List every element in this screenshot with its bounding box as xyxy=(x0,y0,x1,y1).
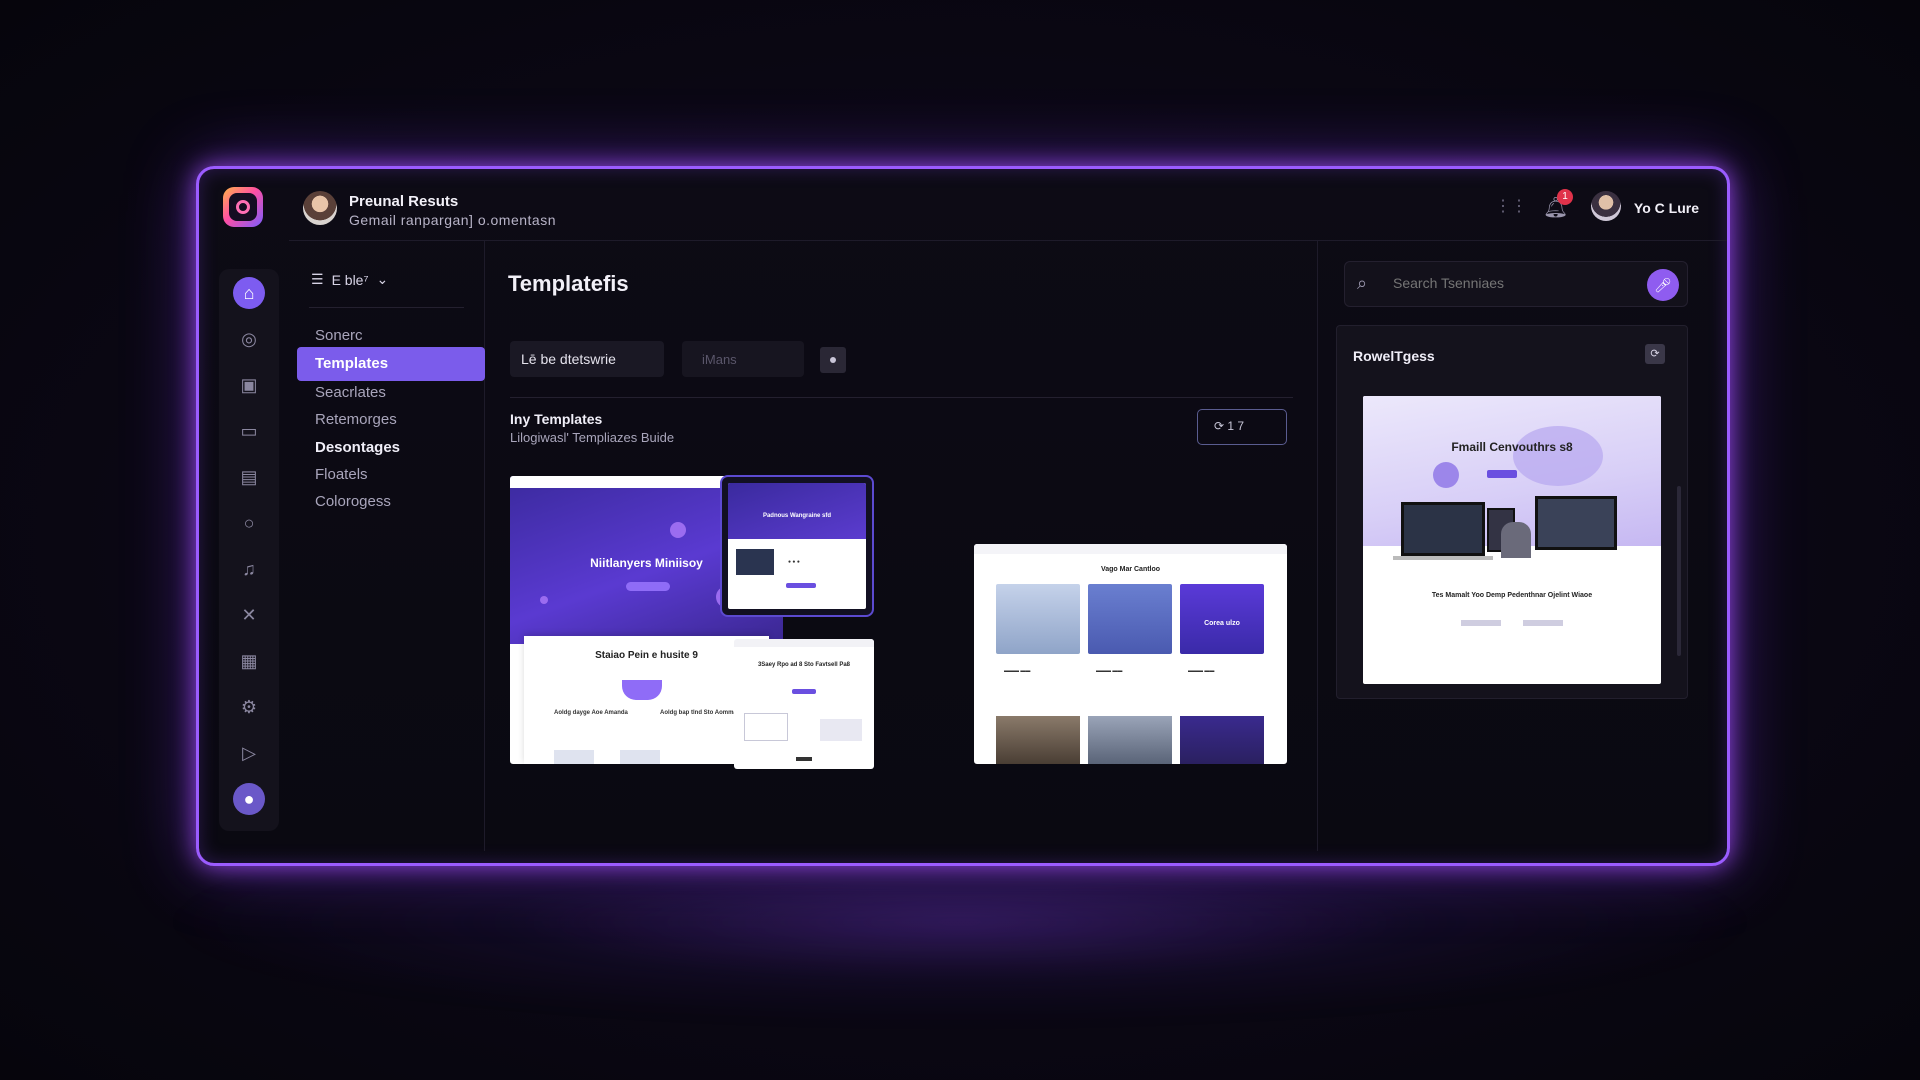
notification-badge: 1 xyxy=(1557,189,1573,205)
page-title: Templatefis xyxy=(508,271,629,296)
layers-icon[interactable]: ▦ xyxy=(233,645,265,677)
nav-divider xyxy=(309,307,464,308)
search-input[interactable] xyxy=(1393,275,1633,291)
devices-illustration xyxy=(1393,494,1621,568)
search-bar: ⌕ 🎤︎ xyxy=(1344,261,1688,307)
image-icon[interactable]: ▣ xyxy=(233,369,265,401)
chevron-down-icon: ⌄ xyxy=(376,271,389,287)
template-title: Vago Mar Cantloo xyxy=(1100,566,1161,573)
template-card[interactable]: Vago Mar Cantloo Corea ulzo ▬▬▬ ▬▬ ▬▬▬ ▬… xyxy=(974,544,1287,764)
app-logo[interactable] xyxy=(223,187,263,227)
workspace-avatar[interactable] xyxy=(303,191,337,225)
section-subtitle: Lilogiwasl' Templiazes Buide xyxy=(510,430,675,445)
icon-rail: ⌂ ◎ ▣ ▭ ▤ ○ ♫ ✕ ▦ ⚙ ▷ ● xyxy=(215,181,279,851)
preview-card-text: Tes Mamalt Yoo Demp Pedenthnar Ojelint W… xyxy=(1431,592,1593,599)
rail-icon-list: ⌂ ◎ ▣ ▭ ▤ ○ ♫ ✕ ▦ ⚙ ▷ ● xyxy=(219,269,279,831)
menu-icon: ☰ xyxy=(311,271,324,287)
user-avatar[interactable] xyxy=(1591,191,1621,221)
filter-input[interactable]: Lē be dtetswrie xyxy=(510,341,664,377)
secondary-filter-input[interactable]: iMans xyxy=(682,341,804,377)
refresh-icon: ⟳ xyxy=(1214,419,1228,433)
template-cta xyxy=(626,582,670,591)
music-icon[interactable]: ♫ xyxy=(233,553,265,585)
user-icon[interactable]: ● xyxy=(233,783,265,815)
inbox-icon[interactable]: ▭ xyxy=(233,415,265,447)
microphone-icon[interactable]: 🎤︎ xyxy=(1647,269,1679,301)
template-title: 3Saey Rpo ad 8 Sto Favtsell Pa8 xyxy=(757,662,851,668)
preview-image[interactable]: Fmaill Cenvouthrs s8 Tes Mamalt Yoo Demp… xyxy=(1363,396,1661,684)
template-text: ▬▬▬ ▬▬ xyxy=(1188,668,1215,674)
play-icon[interactable]: ▷ xyxy=(233,737,265,769)
dot-icon xyxy=(830,357,836,363)
preview-card-title: Fmaill Cenvouthrs s8 xyxy=(1451,440,1573,454)
template-title: Padnous Wangraine sfd xyxy=(762,513,832,519)
nav-dropdown[interactable]: ☰ E ble⁷ ⌄ xyxy=(311,271,388,288)
template-text: ● ● ● xyxy=(788,559,800,565)
ambient-glow xyxy=(160,880,1760,1020)
counter-value: 1 7 xyxy=(1227,419,1245,433)
template-text: ▬▬▬ ▬▬ xyxy=(1004,668,1031,674)
preview-cta xyxy=(1487,470,1517,478)
refresh-counter-button[interactable]: ⟳ 1 7 xyxy=(1197,409,1287,445)
user-name[interactable]: Yo C Lure xyxy=(1634,200,1699,216)
template-text: ▬▬▬ ▬▬ xyxy=(1096,668,1123,674)
template-hero xyxy=(728,483,866,539)
gear-icon[interactable]: ⚙ xyxy=(233,691,265,723)
template-card-selected[interactable]: Padnous Wangraine sfd ● ● ● xyxy=(720,475,874,617)
template-panel: Staiao Pein e husite 9 Aoldg dayge Aoe A… xyxy=(524,636,769,764)
preview-card: RowelTgess ⟳ Fmaill Cenvouthrs s8 Tes Ma… xyxy=(1336,325,1688,699)
main-content: Templatefis Lē be dtetswrie iMans Iny Te… xyxy=(486,241,1317,851)
section-title: Iny Templates xyxy=(510,411,603,427)
top-header: Preunal Resuts Gemail ranpargan] o.oment… xyxy=(289,169,1727,241)
preview-scrollbar[interactable] xyxy=(1677,486,1681,656)
apps-grid-icon[interactable]: ⋮⋮ xyxy=(1495,199,1527,215)
refresh-icon[interactable]: ⟳ xyxy=(1645,344,1665,364)
target-icon[interactable]: ◎ xyxy=(233,323,265,355)
template-text: Aoldg dayge Aoe Amanda xyxy=(554,710,628,716)
app-window: ⌂ ◎ ▣ ▭ ▤ ○ ♫ ✕ ▦ ⚙ ▷ ● Preunal Resuts G… xyxy=(196,166,1730,866)
search-icon: ⌕ xyxy=(1357,273,1368,293)
tools-icon[interactable]: ✕ xyxy=(233,599,265,631)
monitor-icon[interactable]: ▤ xyxy=(233,461,265,493)
preview-panel: ⌕ 🎤︎ RowelTgess ⟳ Fmaill Cenvouthrs s8 xyxy=(1317,241,1727,851)
filter-toggle-button[interactable] xyxy=(820,347,846,373)
section-divider xyxy=(510,397,1293,398)
sidebar-nav: ☰ E ble⁷ ⌄ Sonerc Templates Seacrlates R… xyxy=(289,241,485,851)
nav-dropdown-label: E ble⁷ xyxy=(331,271,369,288)
template-text: Aoldg bap tlnd Sto Aomma xyxy=(660,710,737,716)
chat-icon[interactable]: ○ xyxy=(233,507,265,539)
template-badge: Corea ulzo xyxy=(1204,620,1240,627)
workspace-title: Preunal Resuts xyxy=(349,193,459,210)
home-icon[interactable]: ⌂ xyxy=(233,277,265,309)
template-card[interactable]: 3Saey Rpo ad 8 Sto Favtsell Pa8 xyxy=(734,639,874,769)
sidebar-item-colorogess[interactable]: Colorogess xyxy=(297,485,485,519)
template-panel-title: Staiao Pein e husite 9 xyxy=(595,650,698,661)
logo-icon xyxy=(229,193,257,221)
preview-title: RowelTgess xyxy=(1353,348,1435,364)
workspace-subtitle: Gemail ranpargan] o.omentasn xyxy=(349,212,556,228)
